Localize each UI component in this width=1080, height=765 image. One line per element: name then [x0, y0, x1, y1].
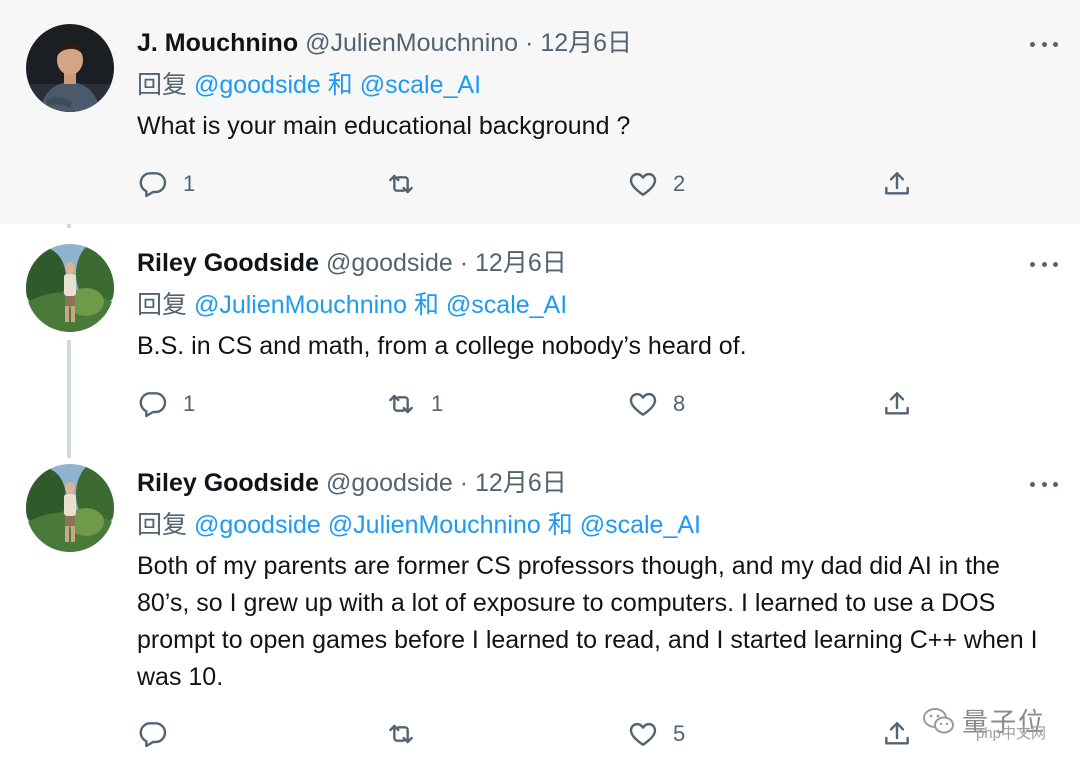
tweet[interactable]: Riley Goodside @goodside · 12月6日 回复 @Jul…: [0, 224, 1080, 444]
retweet-count: 1: [431, 391, 444, 416]
separator-dot: ·: [525, 29, 534, 57]
more-dots-icon: [1041, 481, 1047, 487]
heart-icon: [629, 172, 657, 196]
avatar-image: [26, 244, 114, 332]
watermark: 量子位 php中文网: [922, 702, 1046, 742]
tweet-text: Both of my parents are former CS profess…: [137, 552, 1038, 691]
tweet-date[interactable]: 12月6日: [540, 29, 632, 57]
more-options-button[interactable]: [1030, 474, 1058, 494]
like-count: 2: [673, 171, 686, 196]
avatar-image: [26, 24, 114, 112]
user-handle[interactable]: @JulienMouchnino: [305, 29, 518, 57]
mention-link[interactable]: @JulienMouchnino: [328, 511, 541, 539]
tweet[interactable]: J. Mouchnino @JulienMouchnino · 12月6日 回复…: [0, 0, 1080, 224]
like-count: 5: [673, 721, 686, 746]
tweet-header: Riley Goodside @goodside · 12月6日: [137, 248, 567, 278]
action-bar: 1 1 8: [137, 386, 937, 422]
mention-link[interactable]: @goodside: [194, 71, 321, 99]
tweet-header: Riley Goodside @goodside · 12月6日: [137, 468, 567, 498]
reply-label: 回复: [137, 511, 188, 539]
reply-button[interactable]: 1: [137, 386, 195, 422]
share-button[interactable]: [881, 166, 913, 202]
display-name[interactable]: J. Mouchnino: [137, 29, 298, 57]
reply-button[interactable]: 1: [137, 166, 195, 202]
speech-bubble-icon: [139, 392, 167, 418]
conjunction: 和: [327, 71, 353, 99]
heart-icon: [629, 722, 657, 746]
speech-bubble-icon: [139, 722, 167, 748]
avatar[interactable]: [26, 464, 114, 552]
share-upload-icon: [885, 392, 909, 415]
share-upload-icon: [885, 172, 909, 195]
retweet-button[interactable]: 1: [385, 386, 443, 422]
share-button[interactable]: [881, 716, 913, 752]
mention-link[interactable]: @scale_AI: [446, 291, 567, 319]
tweet-text: B.S. in CS and math, from a college nobo…: [137, 332, 747, 360]
reply-label: 回复: [137, 291, 188, 319]
retweet-icon: [389, 724, 413, 744]
display-name[interactable]: Riley Goodside: [137, 249, 319, 277]
retweet-icon: [389, 174, 413, 194]
share-upload-icon: [885, 722, 909, 745]
reply-context: 回复 @goodside @JulienMouchnino 和 @scale_A…: [137, 510, 701, 540]
retweet-icon: [389, 394, 413, 414]
display-name[interactable]: Riley Goodside: [137, 469, 319, 497]
user-handle[interactable]: @goodside: [326, 469, 453, 497]
watermark-subtext: php中文网: [975, 725, 1046, 742]
conjunction: 和: [547, 511, 573, 539]
like-button[interactable]: 5: [627, 716, 685, 752]
more-dots-icon: [1053, 261, 1058, 267]
mention-link[interactable]: @scale_AI: [360, 71, 481, 99]
retweet-button[interactable]: [385, 716, 431, 752]
tweet-date[interactable]: 12月6日: [475, 469, 567, 497]
mention-link[interactable]: @scale_AI: [580, 511, 701, 539]
retweet-button[interactable]: [385, 166, 431, 202]
conjunction: 和: [413, 291, 439, 319]
tweet[interactable]: Riley Goodside @goodside · 12月6日 回复 @goo…: [0, 444, 1080, 765]
user-handle[interactable]: @goodside: [326, 249, 453, 277]
avatar[interactable]: [26, 24, 114, 112]
separator-dot: ·: [459, 469, 469, 497]
share-button[interactable]: [881, 386, 913, 422]
more-dots-icon: [1030, 41, 1035, 47]
reply-count: 1: [183, 391, 196, 416]
more-dots-icon: [1053, 481, 1058, 487]
tweet-text: What is your main educational background…: [137, 112, 631, 140]
more-dots-icon: [1030, 481, 1035, 487]
avatar[interactable]: [26, 244, 114, 332]
more-dots-icon: [1041, 41, 1047, 47]
reply-button[interactable]: [137, 716, 183, 752]
more-dots-icon: [1030, 261, 1035, 267]
heart-icon: [629, 392, 657, 416]
mention-link[interactable]: @goodside: [194, 511, 321, 539]
reply-context: 回复 @goodside 和 @scale_AI: [137, 70, 481, 100]
more-options-button[interactable]: [1030, 254, 1058, 274]
action-bar: 5: [137, 716, 937, 752]
reply-count: 1: [183, 171, 196, 196]
wechat-logo-icon: [922, 707, 954, 733]
reply-label: 回复: [137, 71, 188, 99]
more-dots-icon: [1041, 261, 1047, 267]
mention-link[interactable]: @JulienMouchnino: [194, 291, 407, 319]
tweet-date[interactable]: 12月6日: [475, 249, 567, 277]
action-bar: 1 2: [137, 166, 937, 202]
separator-dot: ·: [459, 249, 469, 277]
avatar-image: [26, 464, 114, 552]
tweet-header: J. Mouchnino @JulienMouchnino · 12月6日: [137, 28, 632, 58]
like-count: 8: [673, 391, 686, 416]
more-options-button[interactable]: [1030, 34, 1058, 54]
more-dots-icon: [1053, 41, 1058, 47]
speech-bubble-icon: [139, 172, 167, 198]
reply-context: 回复 @JulienMouchnino 和 @scale_AI: [137, 290, 567, 320]
like-button[interactable]: 8: [627, 386, 685, 422]
like-button[interactable]: 2: [627, 166, 685, 202]
